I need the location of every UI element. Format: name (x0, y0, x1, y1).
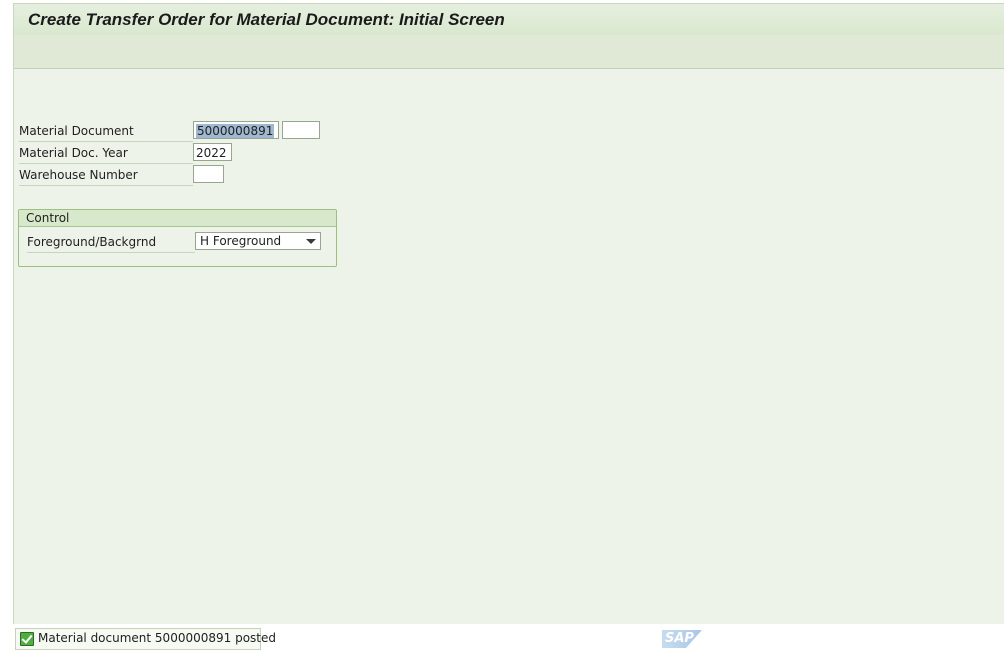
status-message-text: Material document 5000000891 posted (38, 631, 277, 645)
material-doc-year-label: Material Doc. Year (19, 143, 193, 164)
dropdown-arrow-icon[interactable] (306, 239, 316, 244)
foreground-background-label: Foreground/Backgrnd (27, 232, 195, 253)
foreground-background-dropdown[interactable]: H Foreground (195, 232, 321, 250)
status-bar: Material document 5000000891 posted SAP (13, 626, 1004, 652)
material-document-label: Material Document (19, 121, 193, 142)
material-document-input[interactable]: 5000000891 (193, 121, 279, 139)
sap-logo: SAP (662, 630, 702, 648)
application-toolbar (14, 35, 1004, 69)
material-document-item-input[interactable] (282, 121, 320, 139)
control-group-title: Control (26, 211, 70, 225)
warehouse-number-input[interactable] (193, 165, 224, 183)
warehouse-number-label: Warehouse Number (19, 165, 193, 186)
success-check-icon (20, 632, 34, 646)
title-bar: Create Transfer Order for Material Docum… (14, 3, 1004, 35)
foreground-background-value: H Foreground (200, 234, 282, 248)
material-doc-year-input[interactable]: 2022 (193, 143, 232, 161)
material-document-value: 5000000891 (196, 124, 275, 138)
status-message[interactable]: Material document 5000000891 posted (15, 628, 276, 650)
control-group: Control Foreground/Backgrnd H Foreground (18, 209, 337, 267)
control-group-header: Control (19, 210, 336, 227)
page-title: Create Transfer Order for Material Docum… (28, 10, 505, 29)
main-window: Create Transfer Order for Material Docum… (13, 3, 1004, 624)
